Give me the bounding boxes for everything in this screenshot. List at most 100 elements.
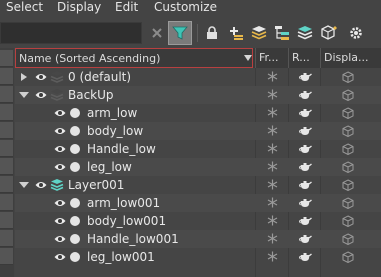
object-row[interactable]: body_low — [15, 122, 381, 140]
render-column-header[interactable]: R... — [288, 48, 320, 68]
filter-button[interactable] — [168, 21, 192, 45]
filter-icon — [172, 26, 188, 40]
layer-row[interactable]: 0 (default) — [15, 68, 381, 86]
display-column-header[interactable]: Displa... — [320, 48, 381, 68]
render-teapot-icon[interactable] — [298, 71, 312, 82]
eye-icon[interactable] — [35, 72, 47, 82]
frozen-column-header[interactable]: Fr... — [255, 48, 288, 68]
object-row[interactable]: arm_low — [15, 104, 381, 122]
settings-button[interactable] — [345, 22, 367, 44]
display-cube-icon[interactable] — [342, 143, 354, 155]
sort-descending-icon — [244, 55, 252, 61]
object-row[interactable]: Handle_low001 — [15, 230, 381, 248]
cube-highlight-icon — [321, 25, 337, 40]
display-cube-icon[interactable] — [342, 233, 354, 245]
object-row[interactable]: Handle_low — [15, 140, 381, 158]
object-row[interactable]: body_low001 — [15, 212, 381, 230]
hierarchy-button[interactable] — [271, 22, 293, 44]
freeze-snowflake-icon[interactable] — [267, 89, 278, 100]
display-cube-icon[interactable] — [342, 179, 354, 191]
display-cube-icon[interactable] — [342, 125, 354, 137]
eye-icon[interactable] — [35, 90, 47, 100]
eye-icon[interactable] — [54, 126, 66, 136]
eye-icon[interactable] — [54, 234, 66, 244]
menu-display[interactable]: Display — [57, 0, 101, 16]
menu-bar: Select Display Edit Customize — [0, 0, 381, 18]
layer-stack-button[interactable] — [294, 22, 316, 44]
freeze-snowflake-icon[interactable] — [267, 215, 278, 226]
render-teapot-icon[interactable] — [298, 179, 312, 190]
clear-search-button[interactable] — [146, 22, 168, 44]
display-cube-icon[interactable] — [342, 71, 354, 83]
add-to-layer-button[interactable] — [225, 22, 247, 44]
display-cube-icon[interactable] — [342, 89, 354, 101]
layer-icon — [50, 71, 64, 83]
menu-edit[interactable]: Edit — [115, 0, 138, 16]
strip-button[interactable] — [0, 104, 13, 121]
highlight-selected-button[interactable] — [318, 22, 340, 44]
freeze-snowflake-icon[interactable] — [267, 107, 278, 118]
render-teapot-icon[interactable] — [298, 143, 312, 154]
left-tool-strip — [0, 48, 14, 277]
object-row[interactable]: leg_low001 — [15, 248, 381, 266]
render-teapot-icon[interactable] — [298, 107, 312, 118]
collapse-arrow-icon[interactable] — [19, 182, 29, 188]
freeze-snowflake-icon[interactable] — [267, 71, 278, 82]
object-label: Handle_low — [87, 142, 156, 156]
display-cube-icon[interactable] — [342, 197, 354, 209]
freeze-snowflake-icon[interactable] — [267, 233, 278, 244]
object-row[interactable]: arm_low001 — [15, 194, 381, 212]
strip-button[interactable] — [0, 176, 13, 193]
strip-button[interactable] — [0, 158, 13, 175]
layer-icon — [50, 89, 64, 101]
strip-button[interactable] — [0, 86, 13, 103]
render-teapot-icon[interactable] — [298, 89, 312, 100]
strip-button[interactable] — [0, 248, 13, 265]
freeze-snowflake-icon[interactable] — [267, 161, 278, 172]
strip-button[interactable] — [0, 194, 13, 211]
gear-icon — [350, 27, 362, 39]
search-input[interactable] — [0, 22, 142, 44]
menu-customize[interactable]: Customize — [154, 0, 217, 16]
layer-row[interactable]: BackUp — [15, 86, 381, 104]
render-teapot-icon[interactable] — [298, 251, 312, 262]
eye-icon[interactable] — [54, 252, 66, 262]
strip-button[interactable] — [0, 212, 13, 229]
freeze-snowflake-icon[interactable] — [267, 143, 278, 154]
collapse-arrow-icon[interactable] — [19, 92, 29, 98]
eye-icon[interactable] — [54, 216, 66, 226]
render-teapot-icon[interactable] — [298, 215, 312, 226]
freeze-snowflake-icon[interactable] — [267, 179, 278, 190]
name-column-header[interactable]: Name (Sorted Ascending) — [15, 48, 253, 68]
object-label: Handle_low001 — [87, 232, 179, 246]
object-dot-icon — [70, 108, 80, 118]
render-teapot-icon[interactable] — [298, 125, 312, 136]
strip-button[interactable] — [0, 50, 13, 67]
layer-row[interactable]: Layer001 — [15, 176, 381, 194]
display-cube-icon[interactable] — [342, 215, 354, 227]
display-cube-icon[interactable] — [342, 161, 354, 173]
menu-select[interactable]: Select — [6, 0, 43, 16]
expand-arrow-icon[interactable] — [21, 73, 27, 81]
strip-button[interactable] — [0, 140, 13, 157]
object-dot-icon — [70, 252, 80, 262]
display-cube-icon[interactable] — [342, 107, 354, 119]
render-teapot-icon[interactable] — [298, 197, 312, 208]
eye-icon[interactable] — [54, 108, 66, 118]
freeze-snowflake-icon[interactable] — [267, 125, 278, 136]
object-row[interactable]: leg_low — [15, 158, 381, 176]
lock-button[interactable] — [201, 22, 223, 44]
strip-button[interactable] — [0, 122, 13, 139]
strip-button[interactable] — [0, 230, 13, 247]
eye-icon[interactable] — [54, 144, 66, 154]
strip-button[interactable] — [0, 68, 13, 85]
freeze-snowflake-icon[interactable] — [267, 251, 278, 262]
freeze-snowflake-icon[interactable] — [267, 197, 278, 208]
eye-icon[interactable] — [35, 180, 47, 190]
eye-icon[interactable] — [54, 162, 66, 172]
new-layer-button[interactable] — [248, 22, 270, 44]
eye-icon[interactable] — [54, 198, 66, 208]
render-teapot-icon[interactable] — [298, 161, 312, 172]
display-cube-icon[interactable] — [342, 251, 354, 263]
render-teapot-icon[interactable] — [298, 233, 312, 244]
